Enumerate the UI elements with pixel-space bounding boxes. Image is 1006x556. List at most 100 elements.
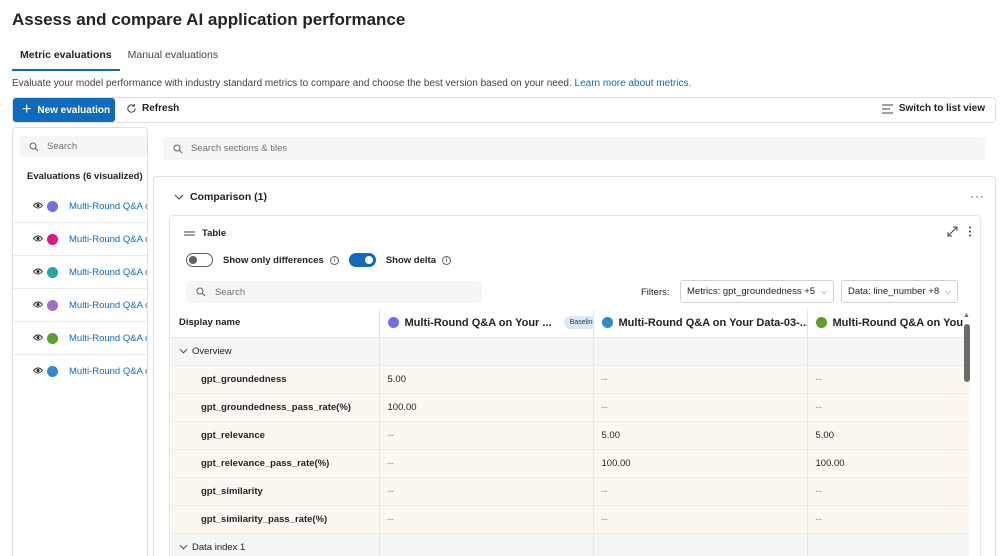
evaluation-item[interactable]: Multi-Round Q&A on Your Data bbox=[13, 190, 147, 223]
metric-name-cell: gpt_relevance_pass_rate(%) bbox=[171, 449, 380, 478]
tab-manual-evaluations[interactable]: Manual evaluations bbox=[120, 48, 226, 71]
switch-view-label: Switch to list view bbox=[898, 103, 985, 114]
new-evaluation-button[interactable]: + New evaluation bbox=[13, 98, 115, 122]
more-options-icon[interactable]: ··· bbox=[970, 189, 985, 203]
table-cell bbox=[379, 533, 594, 556]
eye-icon[interactable] bbox=[32, 267, 44, 278]
evaluation-item[interactable]: Multi-Round Q&A on Your Data bbox=[13, 289, 147, 322]
series-color-dot bbox=[601, 317, 613, 329]
column-header-display-name[interactable]: Display name bbox=[171, 309, 380, 338]
scroll-up-icon[interactable]: ▲ bbox=[963, 312, 970, 319]
more-vertical-icon[interactable] bbox=[968, 226, 972, 237]
list-icon bbox=[881, 104, 893, 113]
evaluation-link[interactable]: Multi-Round Q&A on Your Data bbox=[69, 366, 147, 377]
evaluation-link[interactable]: Multi-Round Q&A on Your Data bbox=[69, 234, 147, 245]
section-label-cell: Overview bbox=[171, 337, 380, 366]
series-color-dot bbox=[47, 332, 58, 344]
eye-icon[interactable] bbox=[32, 333, 44, 344]
column-header-label: Multi-Round Q&A on Your ... bbox=[404, 316, 552, 329]
table-cell: -- bbox=[379, 477, 594, 506]
table-cell: -- bbox=[593, 393, 808, 422]
column-header[interactable]: Multi-Round Q&A on Your Data-03-... bbox=[593, 309, 808, 338]
chevron-down-icon: ⌵ bbox=[945, 286, 952, 296]
evaluation-item[interactable]: Multi-Round Q&A on Your Data bbox=[13, 223, 147, 256]
sections-search-input[interactable]: Search sections & tiles bbox=[163, 137, 985, 160]
table-row: gpt_relevance -- 5.00 5.00 bbox=[171, 421, 969, 450]
metrics-filter-dropdown[interactable]: Metrics: gpt_groundedness +5 ⌵ bbox=[680, 280, 835, 303]
info-icon[interactable]: i bbox=[441, 255, 451, 265]
table-cell: 100.00 bbox=[807, 449, 969, 478]
learn-more-link[interactable]: Learn more about metrics. bbox=[575, 78, 692, 89]
table-cell bbox=[379, 337, 594, 366]
show-delta-label: Show delta bbox=[385, 254, 436, 266]
evaluation-link[interactable]: Multi-Round Q&A on Your Data bbox=[69, 333, 147, 344]
search-icon bbox=[29, 142, 39, 151]
drag-handle-icon[interactable] bbox=[184, 231, 195, 236]
section-label: Overview bbox=[192, 345, 232, 357]
comparison-table: Display name Multi-Round Q&A on Your ...… bbox=[171, 309, 969, 556]
table-cell bbox=[807, 337, 969, 366]
evaluation-item[interactable]: Multi-Round Q&A on Your Data bbox=[13, 322, 147, 355]
scrollbar-thumb[interactable] bbox=[964, 324, 970, 382]
expand-icon[interactable] bbox=[947, 226, 958, 237]
section-row-overview[interactable]: Overview bbox=[171, 337, 969, 366]
series-color-dot bbox=[47, 366, 58, 377]
table-tile-title: Table bbox=[202, 228, 227, 239]
show-delta-toggle[interactable] bbox=[348, 253, 376, 267]
table-cell: -- bbox=[807, 393, 969, 422]
section-row-data-index-1[interactable]: Data index 1 bbox=[171, 533, 969, 556]
table-search-input[interactable]: Search bbox=[186, 281, 482, 303]
evaluation-item[interactable]: Multi-Round Q&A on Your Data bbox=[13, 355, 147, 388]
evaluation-item[interactable]: Multi-Round Q&A on Your Data bbox=[13, 256, 147, 289]
table-row: gpt_groundedness_pass_rate(%) 100.00 -- … bbox=[171, 393, 969, 422]
data-filter-label: Data: line_number +8 bbox=[848, 286, 940, 297]
table-row: gpt_similarity -- -- -- bbox=[171, 477, 969, 506]
data-filter-dropdown[interactable]: Data: line_number +8 ⌵ bbox=[841, 280, 959, 303]
metric-name-cell: gpt_similarity bbox=[171, 477, 380, 506]
sections-search-placeholder: Search sections & tiles bbox=[191, 143, 288, 154]
tab-bar: Metric evaluations Manual evaluations bbox=[12, 48, 226, 71]
table-row: gpt_relevance_pass_rate(%) -- 100.00 100… bbox=[171, 449, 969, 478]
metric-name-cell: gpt_groundedness bbox=[171, 365, 380, 394]
switch-to-list-view-button[interactable]: Switch to list view bbox=[881, 103, 985, 114]
table-cell: 5.00 bbox=[593, 421, 808, 450]
page-description: Evaluate your model performance with ind… bbox=[12, 78, 691, 89]
evaluation-link[interactable]: Multi-Round Q&A on Your Data bbox=[69, 267, 147, 278]
table-cell: -- bbox=[807, 477, 969, 506]
column-header-label: Multi-Round Q&A on You bbox=[832, 316, 964, 329]
eye-icon[interactable] bbox=[32, 234, 44, 245]
evaluation-link[interactable]: Multi-Round Q&A on Your Data bbox=[69, 201, 147, 212]
show-differences-toggle[interactable] bbox=[186, 253, 213, 267]
tile-actions bbox=[947, 226, 972, 237]
chevron-down-icon bbox=[174, 194, 184, 200]
series-color-dot bbox=[387, 317, 399, 329]
table-cell: -- bbox=[379, 449, 594, 478]
table-cell: -- bbox=[807, 365, 969, 394]
eye-icon[interactable] bbox=[32, 201, 44, 212]
metrics-filter-label: Metrics: gpt_groundedness +5 bbox=[687, 286, 816, 297]
table-toggles: Show only differences i Show delta i bbox=[186, 253, 461, 267]
table-cell: -- bbox=[593, 477, 808, 506]
evaluation-link[interactable]: Multi-Round Q&A on Your Data bbox=[69, 300, 147, 311]
sidebar-search-input[interactable]: Search bbox=[20, 136, 147, 157]
table-cell bbox=[807, 533, 969, 556]
table-tile: Table Show only differences i Show delta… bbox=[169, 215, 981, 556]
table-cell: 100.00 bbox=[379, 393, 594, 422]
eye-icon[interactable] bbox=[32, 366, 44, 377]
table-row: gpt_similarity_pass_rate(%) -- -- -- bbox=[171, 505, 969, 534]
table-scrollbar[interactable]: ▲ bbox=[963, 312, 970, 556]
filters-label: Filters: bbox=[641, 287, 670, 298]
column-header[interactable]: Multi-Round Q&A on Your ... Baseline bbox=[379, 309, 594, 338]
column-header-label: Multi-Round Q&A on Your Data-03-... bbox=[618, 316, 807, 329]
table-cell: 5.00 bbox=[379, 365, 594, 394]
refresh-button[interactable]: Refresh bbox=[126, 103, 179, 114]
info-icon[interactable]: i bbox=[329, 255, 339, 265]
column-header[interactable]: Multi-Round Q&A on You bbox=[807, 309, 969, 338]
tab-metric-evaluations[interactable]: Metric evaluations bbox=[12, 48, 120, 71]
comparison-header[interactable]: Comparison (1) bbox=[174, 191, 267, 203]
table-row: gpt_groundedness 5.00 -- -- bbox=[171, 365, 969, 394]
table-tile-header: Table bbox=[184, 228, 226, 239]
series-color-dot bbox=[47, 299, 58, 311]
table-search-placeholder: Search bbox=[215, 286, 246, 298]
eye-icon[interactable] bbox=[32, 300, 44, 311]
